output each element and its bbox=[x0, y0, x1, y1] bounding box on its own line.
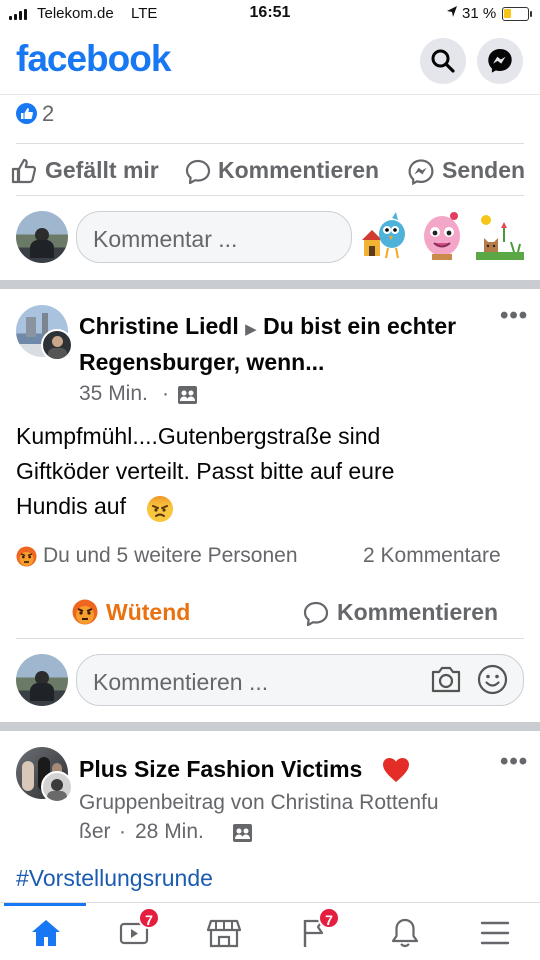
post-subtitle: Gruppenbeitrag von Christina Rottenfu bbox=[79, 791, 439, 814]
clock: 16:51 bbox=[249, 4, 291, 21]
post-time[interactable]: 35 Min. bbox=[79, 382, 148, 406]
notification-badge: 7 bbox=[138, 907, 160, 929]
bird-sticker[interactable] bbox=[362, 208, 410, 264]
author-avatar[interactable] bbox=[41, 329, 73, 361]
battery-percent: 31 % bbox=[462, 5, 497, 22]
bottom-tab-bar: 7 7 bbox=[0, 902, 540, 960]
comment-button[interactable]: Kommentieren bbox=[337, 599, 498, 626]
tab-home[interactable] bbox=[24, 913, 68, 953]
battery-icon bbox=[502, 7, 532, 21]
cat-sticker[interactable] bbox=[474, 208, 526, 264]
tab-watch[interactable]: 7 bbox=[112, 907, 160, 953]
group-title[interactable]: Plus Size Fashion Victims bbox=[79, 756, 362, 783]
divider bbox=[16, 195, 524, 196]
post-text-line: Kumpfmühl....Gutenbergstraße sind bbox=[16, 423, 381, 449]
comment-button[interactable]: Kommentieren bbox=[218, 157, 379, 184]
meta-dot: · bbox=[162, 382, 169, 405]
post-separator bbox=[0, 722, 540, 731]
author-name[interactable]: Christine Liedl bbox=[79, 313, 239, 339]
angry-button-icon bbox=[72, 599, 98, 625]
pink-monster-sticker[interactable] bbox=[418, 208, 466, 264]
user-avatar[interactable] bbox=[16, 654, 68, 706]
meta-dot: · bbox=[119, 820, 126, 843]
menu-icon bbox=[480, 921, 510, 945]
camera-icon[interactable] bbox=[430, 664, 462, 699]
group-audience-icon bbox=[177, 385, 198, 410]
search-icon bbox=[431, 49, 455, 73]
notification-badge: 7 bbox=[318, 907, 340, 929]
comment-icon bbox=[185, 159, 211, 190]
post-separator bbox=[0, 280, 540, 289]
post-subtitle: ßer bbox=[79, 820, 111, 843]
messenger-icon bbox=[488, 49, 512, 73]
facebook-logo[interactable]: facebook bbox=[16, 38, 171, 80]
divider bbox=[16, 143, 524, 144]
send-button[interactable]: Senden bbox=[442, 157, 525, 184]
like-count[interactable]: 2 bbox=[42, 101, 54, 127]
status-bar: Telekom.de LTE 16:51 31 % bbox=[0, 0, 540, 28]
marketplace-icon bbox=[207, 919, 241, 948]
like-icon bbox=[10, 158, 38, 184]
more-options-icon[interactable]: ••• bbox=[500, 302, 528, 330]
more-options-icon[interactable]: ••• bbox=[500, 748, 528, 776]
location-icon bbox=[446, 5, 458, 22]
header-divider bbox=[0, 94, 540, 95]
emoji-icon[interactable] bbox=[477, 664, 508, 700]
angry-reaction-icon bbox=[16, 546, 37, 567]
home-icon bbox=[32, 920, 60, 946]
bell-icon bbox=[391, 918, 419, 948]
search-button[interactable] bbox=[420, 38, 466, 84]
active-tab-indicator bbox=[4, 903, 86, 906]
tab-marketplace[interactable] bbox=[202, 913, 246, 953]
heart-icon bbox=[382, 757, 410, 788]
angry-reaction-button[interactable]: Wütend bbox=[106, 599, 190, 626]
angry-emoji-icon bbox=[146, 495, 174, 523]
comment-icon bbox=[303, 601, 329, 632]
post-header: Christine Liedl ▶ Du bist ein echter Reg… bbox=[79, 310, 499, 379]
post-time[interactable]: 28 Min. bbox=[135, 820, 204, 844]
post-text-line: Hundis auf bbox=[16, 493, 126, 519]
tab-menu[interactable] bbox=[473, 913, 517, 953]
messenger-button[interactable] bbox=[477, 38, 523, 84]
comments-count[interactable]: 2 Kommentare bbox=[363, 544, 501, 568]
comment-input[interactable]: Kommentar ... bbox=[76, 211, 352, 263]
like-reaction-icon bbox=[16, 103, 37, 124]
user-avatar[interactable] bbox=[16, 211, 68, 263]
tab-pages[interactable]: 7 bbox=[292, 907, 340, 953]
hashtag-link[interactable]: #Vorstellungsrunde bbox=[16, 865, 213, 892]
arrow-icon: ▶ bbox=[245, 321, 257, 338]
tab-notifications[interactable] bbox=[383, 913, 427, 953]
reactions-summary[interactable]: Du und 5 weitere Personen bbox=[43, 544, 298, 568]
author-avatar[interactable] bbox=[41, 771, 73, 803]
send-messenger-icon bbox=[407, 158, 435, 191]
group-audience-icon bbox=[232, 823, 253, 848]
divider bbox=[16, 638, 524, 639]
post-text-line: Giftköder verteilt. Passt bitte auf eure bbox=[16, 458, 395, 484]
like-button[interactable]: Gefällt mir bbox=[45, 157, 159, 184]
